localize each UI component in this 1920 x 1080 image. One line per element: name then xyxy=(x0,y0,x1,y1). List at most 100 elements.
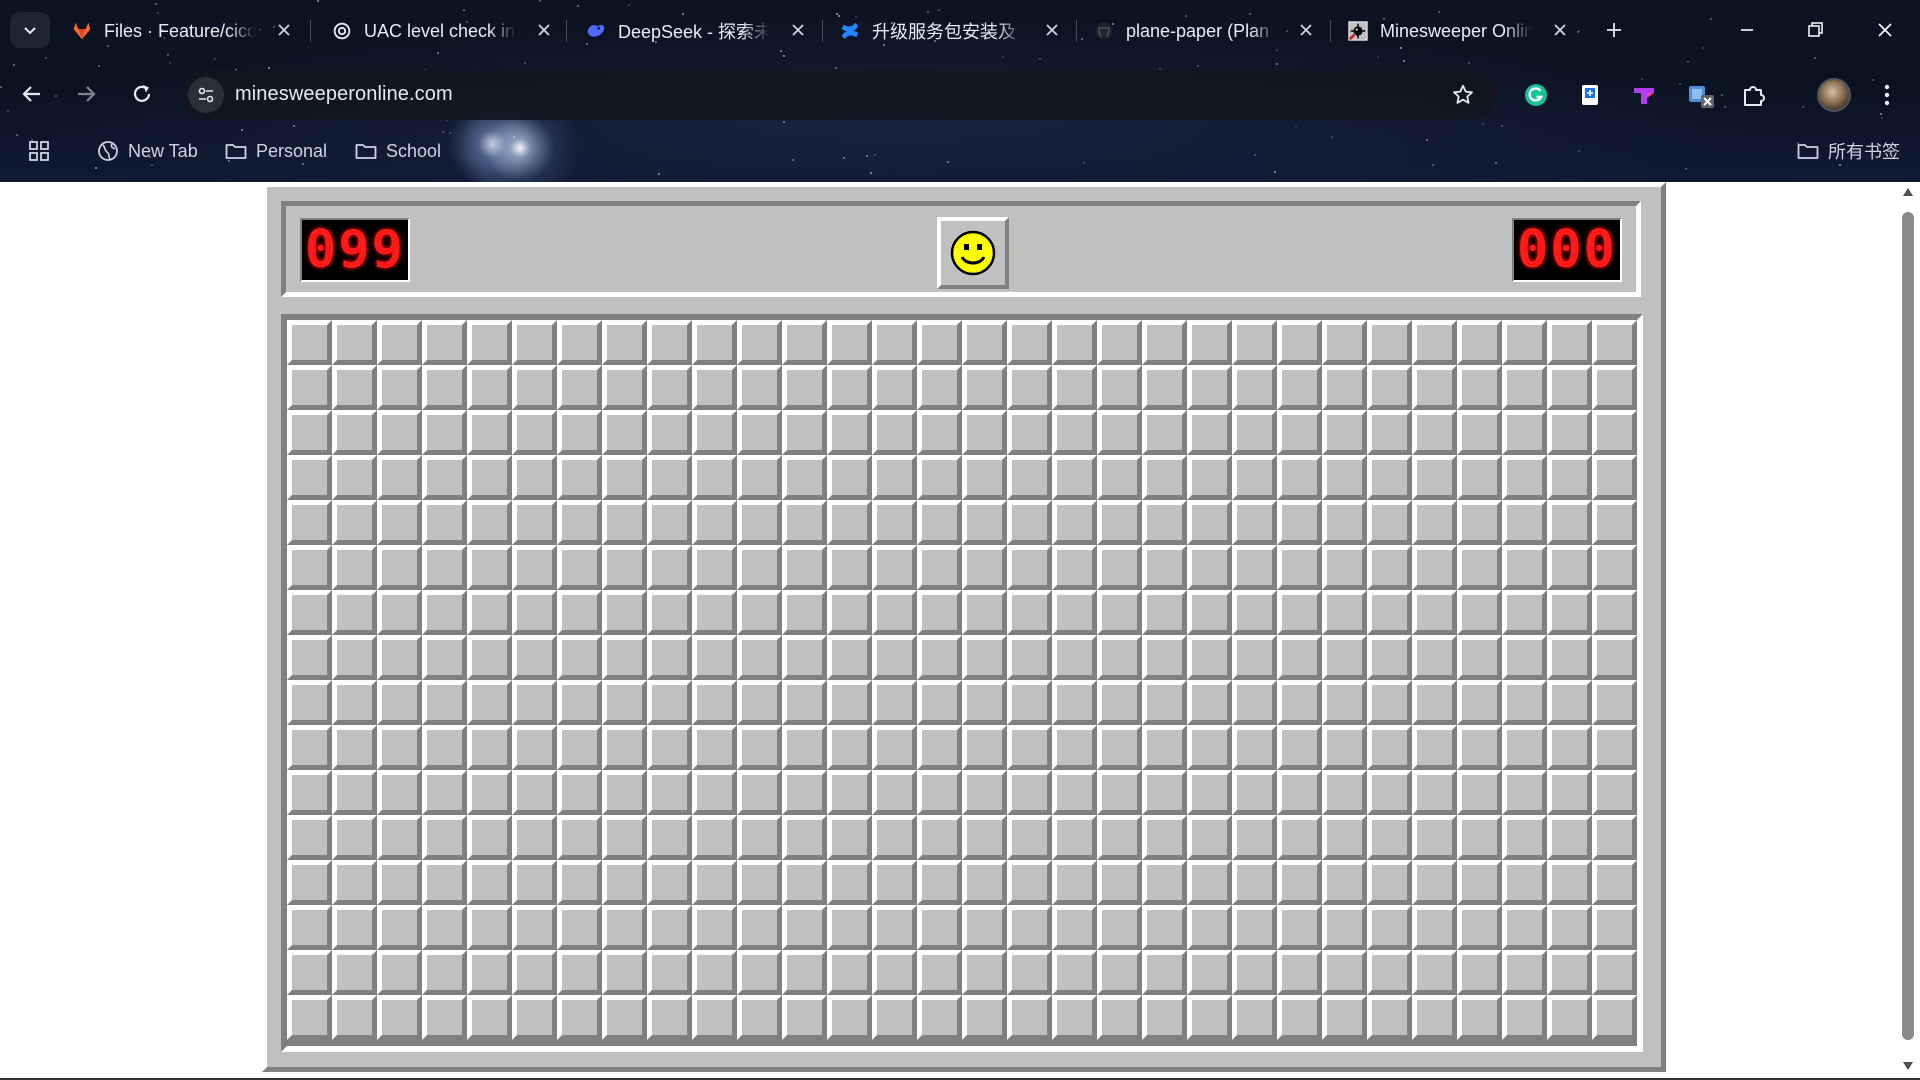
covered-cell[interactable] xyxy=(1592,320,1637,365)
covered-cell[interactable] xyxy=(647,995,692,1040)
covered-cell[interactable] xyxy=(1322,815,1367,860)
covered-cell[interactable] xyxy=(782,815,827,860)
covered-cell[interactable] xyxy=(1322,905,1367,950)
covered-cell[interactable] xyxy=(782,950,827,995)
covered-cell[interactable] xyxy=(1457,860,1502,905)
covered-cell[interactable] xyxy=(332,815,377,860)
covered-cell[interactable] xyxy=(1142,725,1187,770)
covered-cell[interactable] xyxy=(1187,455,1232,500)
covered-cell[interactable] xyxy=(827,410,872,455)
covered-cell[interactable] xyxy=(1457,410,1502,455)
covered-cell[interactable] xyxy=(1097,680,1142,725)
covered-cell[interactable] xyxy=(512,860,557,905)
covered-cell[interactable] xyxy=(1592,770,1637,815)
covered-cell[interactable] xyxy=(737,545,782,590)
covered-cell[interactable] xyxy=(602,860,647,905)
covered-cell[interactable] xyxy=(557,725,602,770)
covered-cell[interactable] xyxy=(512,590,557,635)
covered-cell[interactable] xyxy=(647,365,692,410)
purple-t-extension-button[interactable] xyxy=(1625,76,1663,114)
covered-cell[interactable] xyxy=(1142,905,1187,950)
covered-cell[interactable] xyxy=(287,995,332,1040)
covered-cell[interactable] xyxy=(1277,365,1322,410)
covered-cell[interactable] xyxy=(422,770,467,815)
covered-cell[interactable] xyxy=(1097,545,1142,590)
covered-cell[interactable] xyxy=(1322,545,1367,590)
covered-cell[interactable] xyxy=(1547,635,1592,680)
covered-cell[interactable] xyxy=(1322,995,1367,1040)
covered-cell[interactable] xyxy=(1457,770,1502,815)
covered-cell[interactable] xyxy=(1592,815,1637,860)
covered-cell[interactable] xyxy=(1007,320,1052,365)
covered-cell[interactable] xyxy=(467,590,512,635)
covered-cell[interactable] xyxy=(872,455,917,500)
covered-cell[interactable] xyxy=(692,815,737,860)
covered-cell[interactable] xyxy=(332,455,377,500)
covered-cell[interactable] xyxy=(962,770,1007,815)
covered-cell[interactable] xyxy=(467,635,512,680)
covered-cell[interactable] xyxy=(1007,365,1052,410)
covered-cell[interactable] xyxy=(287,365,332,410)
covered-cell[interactable] xyxy=(962,635,1007,680)
covered-cell[interactable] xyxy=(1502,635,1547,680)
covered-cell[interactable] xyxy=(827,770,872,815)
covered-cell[interactable] xyxy=(737,950,782,995)
covered-cell[interactable] xyxy=(422,545,467,590)
covered-cell[interactable] xyxy=(737,365,782,410)
covered-cell[interactable] xyxy=(1187,995,1232,1040)
close-window-button[interactable] xyxy=(1862,10,1908,50)
covered-cell[interactable] xyxy=(692,950,737,995)
covered-cell[interactable] xyxy=(962,680,1007,725)
covered-cell[interactable] xyxy=(1052,860,1097,905)
covered-cell[interactable] xyxy=(962,410,1007,455)
bookmark-star-button[interactable] xyxy=(1450,82,1476,108)
covered-cell[interactable] xyxy=(647,410,692,455)
close-tab-icon[interactable] xyxy=(1042,20,1062,40)
covered-cell[interactable] xyxy=(1412,905,1457,950)
covered-cell[interactable] xyxy=(1187,950,1232,995)
covered-cell[interactable] xyxy=(1277,590,1322,635)
covered-cell[interactable] xyxy=(1097,455,1142,500)
covered-cell[interactable] xyxy=(557,500,602,545)
covered-cell[interactable] xyxy=(1097,590,1142,635)
covered-cell[interactable] xyxy=(872,545,917,590)
covered-cell[interactable] xyxy=(1502,320,1547,365)
covered-cell[interactable] xyxy=(1052,995,1097,1040)
covered-cell[interactable] xyxy=(377,320,422,365)
covered-cell[interactable] xyxy=(1277,410,1322,455)
covered-cell[interactable] xyxy=(737,590,782,635)
covered-cell[interactable] xyxy=(1547,860,1592,905)
covered-cell[interactable] xyxy=(647,545,692,590)
covered-cell[interactable] xyxy=(1187,365,1232,410)
excel-extension-button[interactable] xyxy=(1682,76,1720,114)
covered-cell[interactable] xyxy=(1232,725,1277,770)
covered-cell[interactable] xyxy=(1412,320,1457,365)
covered-cell[interactable] xyxy=(782,320,827,365)
covered-cell[interactable] xyxy=(782,365,827,410)
covered-cell[interactable] xyxy=(1412,500,1457,545)
covered-cell[interactable] xyxy=(1322,770,1367,815)
covered-cell[interactable] xyxy=(512,815,557,860)
covered-cell[interactable] xyxy=(1232,770,1277,815)
covered-cell[interactable] xyxy=(557,680,602,725)
covered-cell[interactable] xyxy=(287,590,332,635)
covered-cell[interactable] xyxy=(1547,590,1592,635)
covered-cell[interactable] xyxy=(1142,950,1187,995)
close-tab-icon[interactable] xyxy=(1296,20,1316,40)
covered-cell[interactable] xyxy=(692,995,737,1040)
covered-cell[interactable] xyxy=(1187,410,1232,455)
covered-cell[interactable] xyxy=(1412,725,1457,770)
covered-cell[interactable] xyxy=(557,905,602,950)
covered-cell[interactable] xyxy=(692,455,737,500)
covered-cell[interactable] xyxy=(1502,590,1547,635)
close-tab-icon[interactable] xyxy=(788,20,808,40)
close-tab-icon[interactable] xyxy=(534,20,554,40)
covered-cell[interactable] xyxy=(1412,410,1457,455)
covered-cell[interactable] xyxy=(1142,770,1187,815)
covered-cell[interactable] xyxy=(1502,860,1547,905)
covered-cell[interactable] xyxy=(1547,455,1592,500)
covered-cell[interactable] xyxy=(962,320,1007,365)
covered-cell[interactable] xyxy=(1007,950,1052,995)
covered-cell[interactable] xyxy=(422,995,467,1040)
covered-cell[interactable] xyxy=(647,860,692,905)
